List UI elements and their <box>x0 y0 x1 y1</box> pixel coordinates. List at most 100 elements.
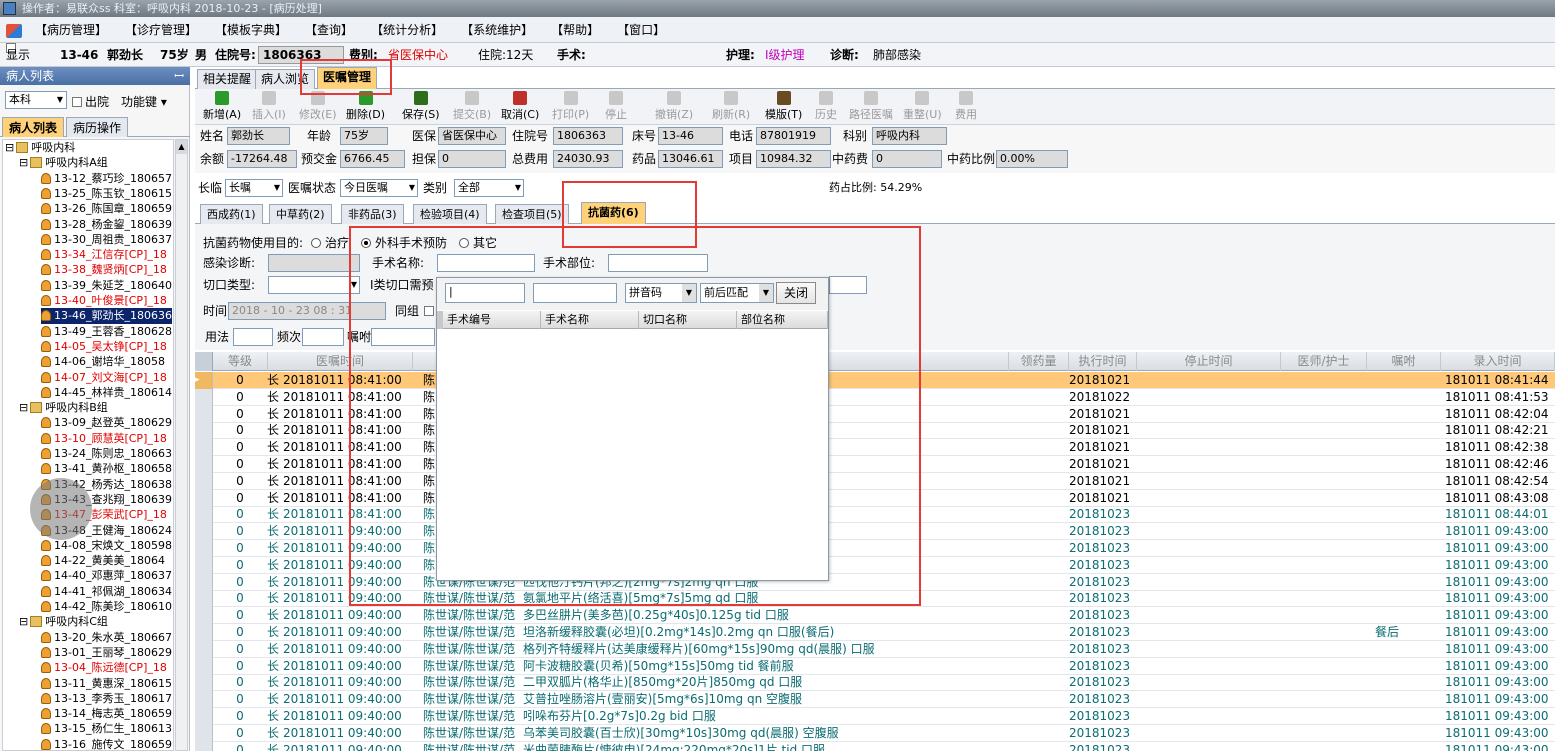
state-select[interactable]: 今日医嘱 ▼ <box>340 179 418 197</box>
tree-patient[interactable]: 14-07_刘文海[CP]_18 <box>41 370 167 385</box>
tree-group[interactable]: ⊟ 呼吸内科C组 <box>19 614 108 629</box>
infect-field[interactable] <box>268 254 360 272</box>
table-row[interactable]: 0 长 20181011 08:41:00 陈 20181021 181011 08:43… <box>195 489 1555 507</box>
table-row[interactable]: 0 长 20181011 09:40:00 陈世谋/陈世谋/范 艾普拉唑肠溶片(壹丽安)… <box>195 691 1555 709</box>
column-header[interactable]: 等级 <box>213 352 268 371</box>
menu-item[interactable]: 【系统维护】 <box>452 17 542 43</box>
tree-patient[interactable]: 13-40_叶俊景[CP]_18 <box>41 293 167 308</box>
advice-input[interactable] <box>371 328 435 346</box>
tree-patient[interactable]: 13-28_杨金鋆_180639 <box>41 217 172 232</box>
tree-patient[interactable]: 13-25_陈玉钦_180615 <box>41 186 172 201</box>
tree-patient[interactable]: 13-12_蔡巧珍_180657 <box>41 171 172 186</box>
app-menu-icon[interactable] <box>6 23 22 38</box>
toolbar-button[interactable]: 插入(I) <box>252 91 286 122</box>
row-selector[interactable]: ▸ <box>195 372 213 389</box>
opt-surgery-prevention[interactable]: 外科手术预防 <box>361 234 447 252</box>
tree-group[interactable]: ⊟ 呼吸内科A组 <box>19 155 108 170</box>
surg-name-input[interactable] <box>437 254 535 272</box>
toolbar-button[interactable]: 历史 <box>815 91 837 122</box>
toolbar-button[interactable]: 取消(C) <box>501 91 539 122</box>
row-selector[interactable] <box>195 422 213 440</box>
toolbar-button[interactable]: 新增(A) <box>203 91 241 122</box>
tree-patient[interactable]: 14-45_林祥贵_180614 <box>41 385 172 400</box>
tree-patient[interactable]: 14-40_邓惠萍_180637 <box>41 568 172 583</box>
row-selector[interactable] <box>195 691 213 709</box>
table-row[interactable]: 0长20181011 08:41:00陈内科]20181021181011 08… <box>195 422 1555 440</box>
opt-other[interactable]: 其它 <box>459 234 497 252</box>
menu-item[interactable]: 【模板字典】 <box>206 17 296 43</box>
toolbar-button[interactable]: 保存(S) <box>402 91 440 122</box>
table-row[interactable]: 0 长 20181011 08:41:00 陈 20181022 181011 08:41… <box>195 388 1555 406</box>
menu-item[interactable]: 【帮助】 <box>542 17 608 43</box>
column-header[interactable]: 执行时间 <box>1069 352 1137 371</box>
tree-patient[interactable]: 14-41_祁佩湖_180634 <box>41 584 172 599</box>
same-group-checkbox[interactable] <box>424 306 434 316</box>
usage-input[interactable] <box>233 328 273 346</box>
toolbar-button[interactable]: 费用 <box>955 91 977 122</box>
extra-input[interactable] <box>829 276 867 294</box>
tab-patient-list[interactable]: 病人列表 <box>2 117 65 137</box>
toolbar-button[interactable]: 打印(P) <box>552 91 589 122</box>
row-selector[interactable] <box>195 456 213 473</box>
popup-column-header[interactable]: 部位名称 <box>737 311 828 329</box>
tree-patient[interactable]: 13-14_梅志英_180659 <box>41 706 172 721</box>
tree-patient[interactable]: 13-24_陈则忠_180663 <box>41 446 172 461</box>
opt-treatment[interactable]: 治疗 <box>311 234 349 252</box>
tree-patient[interactable]: 13-20_朱水英_180667 <box>41 630 172 645</box>
popup-search-input-2[interactable] <box>533 283 617 303</box>
match-mode-select[interactable]: 前后匹配 ▼ <box>700 283 774 303</box>
column-header[interactable]: 嘱咐 <box>1367 352 1441 371</box>
table-row[interactable]: 0长20181011 09:40:00陈 口服20181023181011 09… <box>195 540 1555 557</box>
close-button[interactable]: 关闭 <box>776 282 816 304</box>
tab-1[interactable]: 病人浏览 <box>255 69 316 89</box>
tree-patient[interactable]: 14-42_陈美珍_180610 <box>41 599 172 614</box>
tab-2[interactable]: 医嘱管理 <box>317 67 378 89</box>
table-row[interactable]: 0长20181011 08:41:00陈qd(晨服) 吸痰用2018102318… <box>195 506 1555 524</box>
row-selector[interactable] <box>195 472 213 490</box>
tab-0[interactable]: 相关提醒 <box>197 69 258 89</box>
table-row[interactable]: 0 长 20181011 09:40:00 陈世谋/陈世谋/范 匹伐他汀钙片(邦之)[2… <box>195 573 1555 591</box>
toolbar-button[interactable]: 停止 <box>605 91 627 122</box>
table-row[interactable]: 0 长 20181011 09:40:00 陈世谋/陈世谋/范 坦洛新缓释胶囊(必坦)[… <box>195 624 1555 641</box>
row-selector[interactable] <box>195 523 213 541</box>
table-row[interactable]: 0 长 20181011 09:40:00 陈世谋/陈世谋/范 格列齐特缓释片(达美康缓… <box>195 640 1555 658</box>
tab-record-ops[interactable]: 病历操作 <box>66 117 129 137</box>
tree-patient[interactable]: 13-15_杨仁生_180613 <box>41 721 172 736</box>
tree-patient[interactable]: 14-06_谢培华_18058 <box>41 354 165 369</box>
row-selector[interactable] <box>195 657 213 675</box>
row-selector[interactable] <box>195 506 213 524</box>
row-selector[interactable] <box>195 573 213 591</box>
tree-patient[interactable]: 14-22_黄美美_18064 <box>41 553 165 568</box>
tree-patient[interactable]: 13-16_施传文_180659 <box>41 737 172 750</box>
menu-item[interactable]: 【诊疗管理】 <box>116 17 206 43</box>
row-selector[interactable] <box>195 624 213 641</box>
popup-search-input[interactable]: | <box>445 283 525 303</box>
function-key-button[interactable]: 功能键 ▾ <box>121 93 167 110</box>
tree-group[interactable]: ⊟ 呼吸内科 <box>5 140 75 155</box>
tree-patient[interactable]: 13-11_黄惠深_180615 <box>41 676 172 691</box>
row-selector[interactable] <box>195 741 213 751</box>
table-row[interactable]: 0长20181011 09:40:00陈服20181023181011 09:4… <box>195 523 1555 541</box>
tree-patient[interactable]: 13-01_王丽琴_180629 <box>41 645 172 660</box>
subtab-2[interactable]: 非药品(3) <box>341 204 404 224</box>
column-header[interactable]: 领药量 <box>1009 352 1069 371</box>
toolbar-button[interactable]: 重整(U) <box>903 91 942 122</box>
table-row[interactable]: 0 长 20181011 09:40:00 陈世谋/陈世谋/范 吲哚布芬片[0.2g*7… <box>195 708 1555 725</box>
table-row[interactable]: 0 长 20181011 08:41:00 陈 20181021 181011 08:42… <box>195 405 1555 423</box>
subtab-5[interactable]: 抗菌药(6) <box>581 202 646 224</box>
subtab-1[interactable]: 中草药(2) <box>269 204 332 224</box>
row-selector[interactable] <box>195 607 213 625</box>
tree-patient[interactable]: 13-10_顾慧英[CP]_18 <box>41 431 167 446</box>
expand-toggle-icon[interactable]: ⊟ <box>19 615 28 628</box>
column-header[interactable]: 医嘱时间 <box>268 352 413 371</box>
row-selector[interactable] <box>195 708 213 725</box>
toolbar-button[interactable]: 撤销(Z) <box>655 91 693 122</box>
discharge-checkbox[interactable]: 出院 <box>72 93 109 110</box>
menu-item[interactable]: 【查询】 <box>296 17 362 43</box>
toolbar-button[interactable]: 刷新(R) <box>712 91 750 122</box>
tree-patient[interactable]: 13-13_李秀玉_180617 <box>41 691 172 706</box>
expand-toggle-icon[interactable]: ⊟ <box>19 401 28 414</box>
tree-patient[interactable]: 13-09_赵登英_180629 <box>41 415 172 430</box>
row-selector[interactable] <box>195 540 213 557</box>
surg-site-input[interactable] <box>608 254 708 272</box>
